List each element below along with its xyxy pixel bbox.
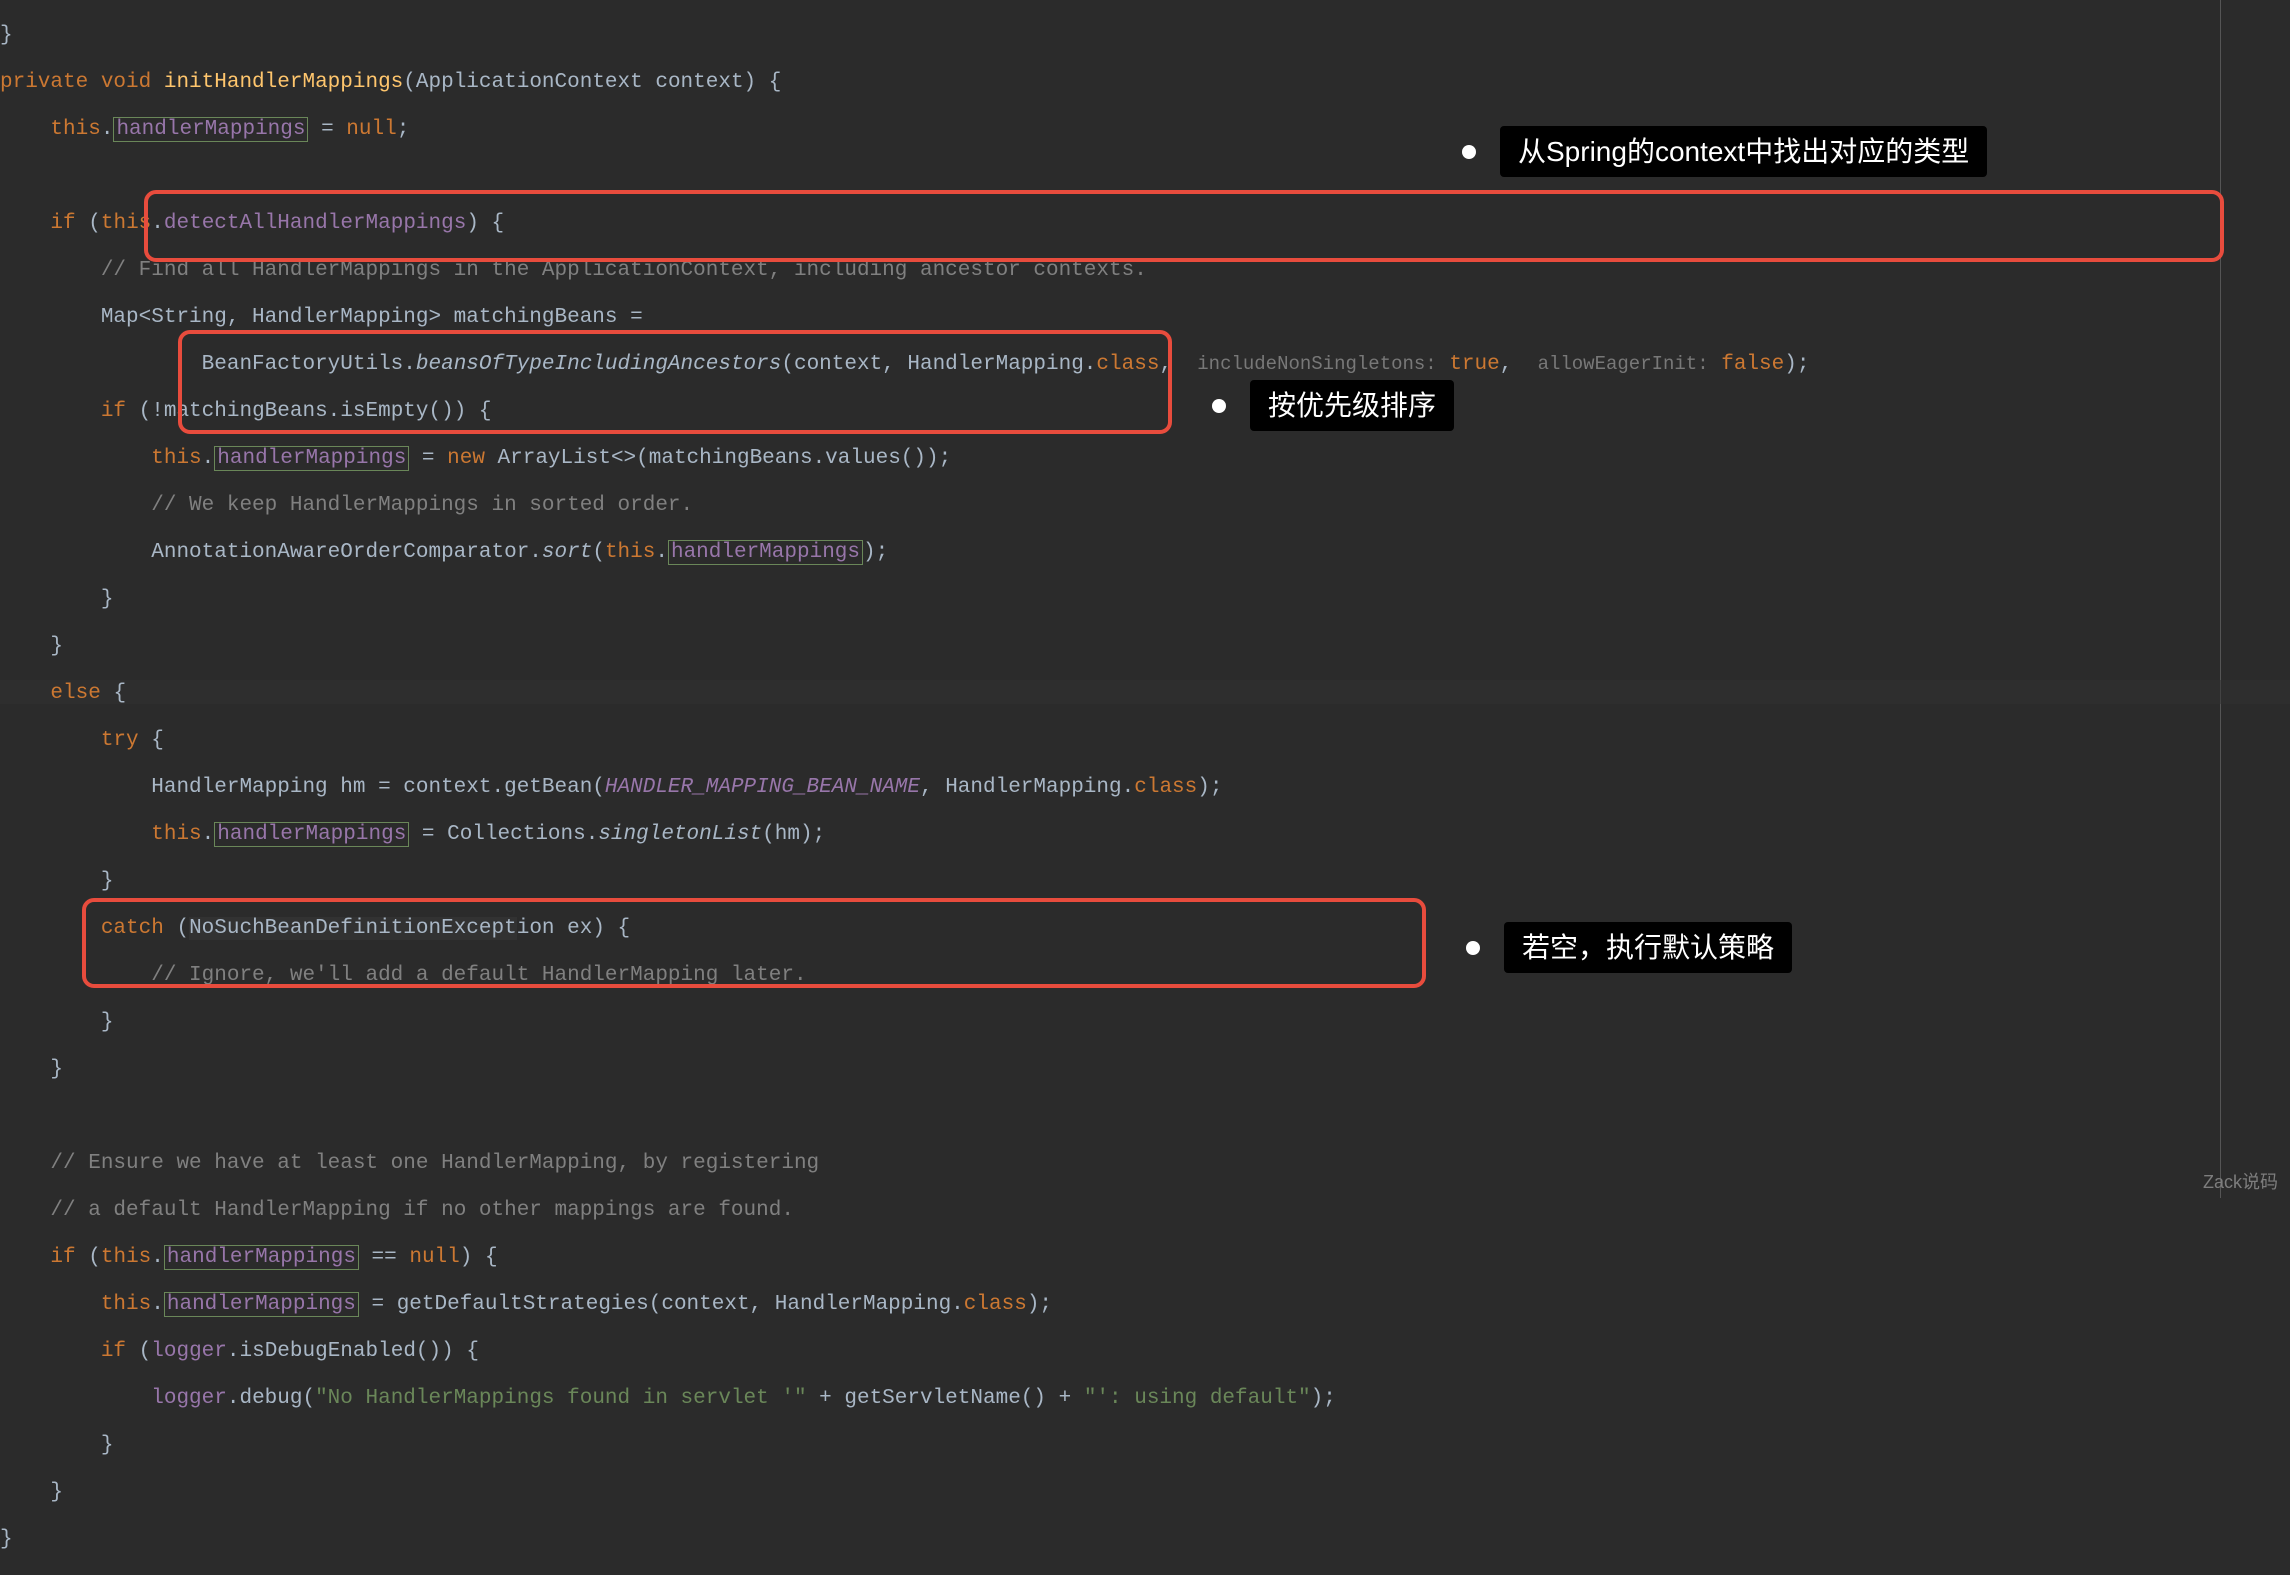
bullet-icon [1212,399,1226,413]
annotation-label: 从Spring的context中找出对应的类型 [1500,126,1987,177]
code-line: } [0,1528,2290,1552]
bullet-icon [1462,145,1476,159]
bullet-icon [1466,941,1480,955]
code-line: } [0,1434,2290,1458]
code-line: // Ignore, we'll add a default HandlerMa… [0,964,2290,988]
code-line: } [0,1011,2290,1035]
watermark: Zack说码 [2203,1172,2278,1192]
annotation-3: 若空，执行默认策略 [1466,904,1792,973]
annotation-2: 按优先级排序 [1212,362,1454,431]
code-line: if (!matchingBeans.isEmpty()) { [0,400,2290,424]
code-line: this.handlerMappings = getDefaultStrateg… [0,1293,2290,1317]
code-line: private void initHandlerMappings(Applica… [0,71,2290,95]
code-line: if (logger.isDebugEnabled()) { [0,1340,2290,1364]
code-line: } [0,1481,2290,1505]
code-editor[interactable]: } private void initHandlerMappings(Appli… [0,0,2290,1575]
code-line: catch (NoSuchBeanDefinitionException ex)… [0,917,2290,941]
annotation-label: 若空，执行默认策略 [1504,922,1792,973]
annotation-1: 从Spring的context中找出对应的类型 [1462,108,1987,177]
code-line: } [0,588,2290,612]
code-line: // a default HandlerMapping if no other … [0,1199,2290,1223]
code-line: else { [0,682,2290,706]
code-line: this.handlerMappings = new ArrayList<>(m… [0,447,2290,471]
code-line: Map<String, HandlerMapping> matchingBean… [0,306,2290,330]
code-line: // Ensure we have at least one HandlerMa… [0,1152,2290,1176]
code-line: BeanFactoryUtils.beansOfTypeIncludingAnc… [0,353,2290,377]
code-line: } [0,24,2290,48]
code-line: HandlerMapping hm = context.getBean(HAND… [0,776,2290,800]
code-line: // We keep HandlerMappings in sorted ord… [0,494,2290,518]
code-line: } [0,870,2290,894]
annotation-label: 按优先级排序 [1250,380,1454,431]
code-line: } [0,635,2290,659]
code-line [0,1105,2290,1129]
code-line: if (this.handlerMappings == null) { [0,1246,2290,1270]
code-line: if (this.detectAllHandlerMappings) { [0,212,2290,236]
code-line: AnnotationAwareOrderComparator.sort(this… [0,541,2290,565]
code-line: } [0,1058,2290,1082]
code-line: try { [0,729,2290,753]
code-line: // Find all HandlerMappings in the Appli… [0,259,2290,283]
code-line: this.handlerMappings = Collections.singl… [0,823,2290,847]
code-line: logger.debug("No HandlerMappings found i… [0,1387,2290,1411]
